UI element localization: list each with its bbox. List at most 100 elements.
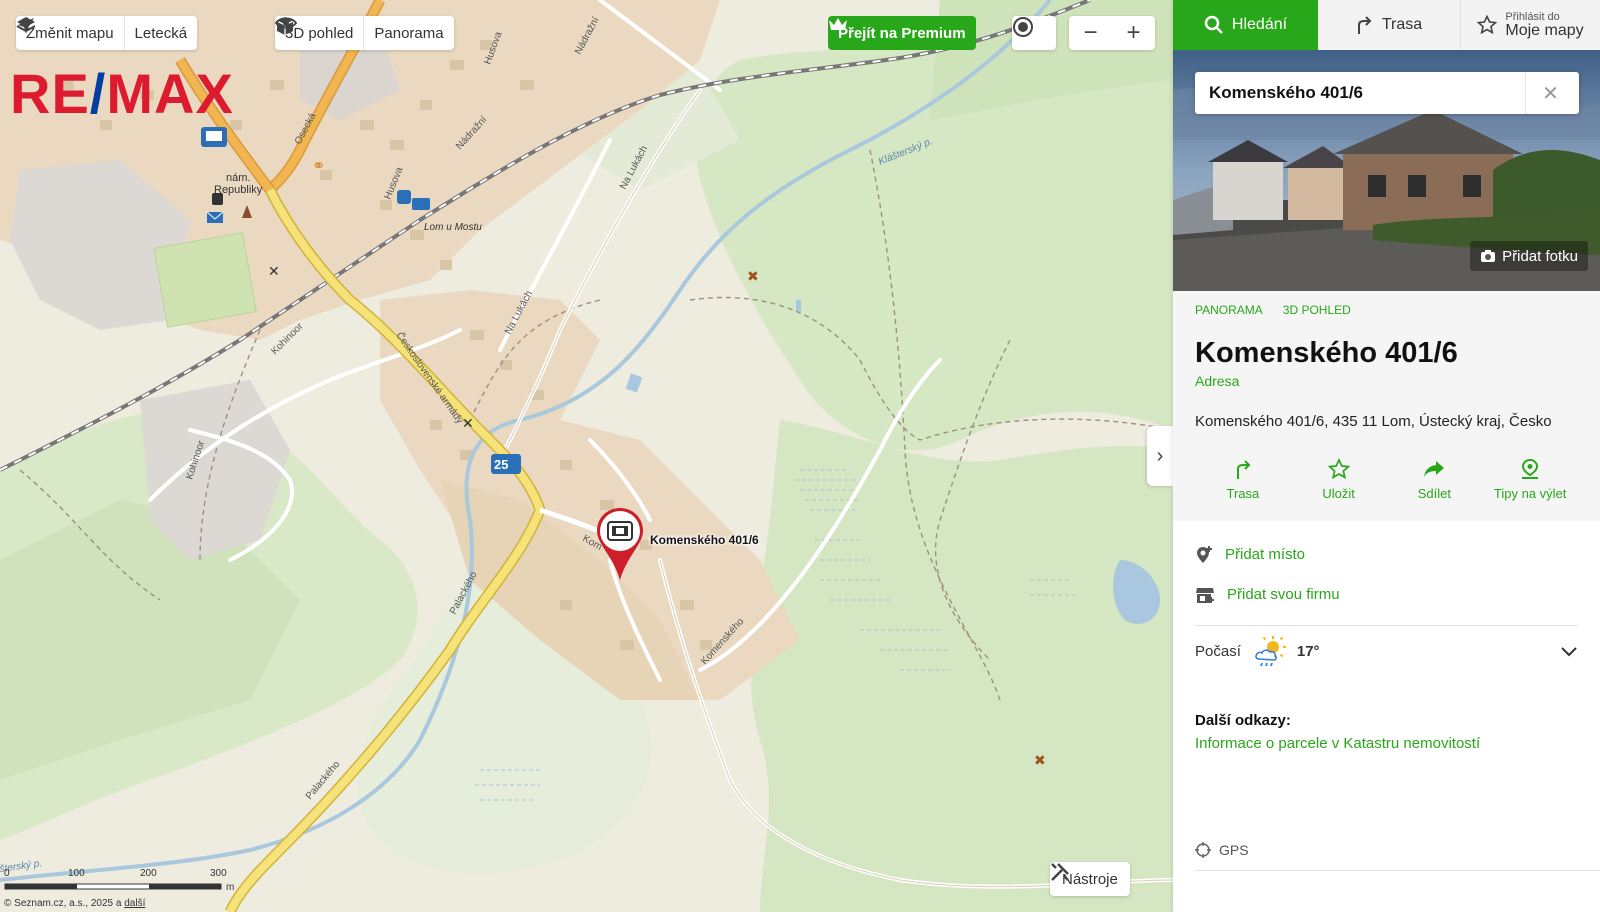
add-company-label: Přidat svou firmu bbox=[1227, 586, 1340, 604]
search-input[interactable] bbox=[1195, 73, 1525, 113]
clear-search-button[interactable]: ✕ bbox=[1525, 72, 1575, 114]
airplane-icon bbox=[18, 18, 34, 34]
view-toolbar: 3D pohled Panorama bbox=[275, 16, 454, 50]
copyright: © Seznam.cz, a.s., 2025 a další bbox=[4, 898, 146, 909]
cross-icon: ✕ bbox=[462, 415, 474, 431]
gps-row[interactable]: GPS bbox=[1195, 842, 1249, 858]
tab-search[interactable]: Hledání bbox=[1173, 0, 1318, 50]
photo-links: PANORAMA 3D POHLED bbox=[1173, 291, 1600, 329]
place-type: Adresa bbox=[1195, 372, 1240, 389]
windmill-icon-2: ✖ bbox=[1034, 752, 1046, 768]
add-place-label: Přidat místo bbox=[1225, 546, 1306, 564]
police-icon bbox=[212, 193, 223, 205]
remax-logo: RE/MAX bbox=[10, 62, 234, 125]
add-company-button[interactable]: Přidat svou firmu bbox=[1195, 575, 1578, 615]
map-graphics: Osecká Husova Nádražní Nádražní Husova N… bbox=[0, 0, 1173, 912]
zoom-out-button[interactable]: − bbox=[1069, 16, 1112, 50]
svg-text:✖: ✖ bbox=[747, 268, 759, 284]
premium-button[interactable]: Přejít na Premium bbox=[828, 16, 976, 50]
add-photo-button[interactable]: Přidat fotku bbox=[1470, 241, 1588, 271]
map-type-toolbar: Změnit mapu Letecká bbox=[16, 16, 198, 50]
share-action-label: Sdílet bbox=[1417, 485, 1451, 501]
trip-tips-action-button[interactable]: Tipy na výlet bbox=[1487, 458, 1573, 501]
divider bbox=[1195, 870, 1600, 871]
add-photo-label: Přidat fotku bbox=[1502, 247, 1578, 265]
route-action-button[interactable]: Trasa bbox=[1200, 458, 1286, 501]
search-icon bbox=[1204, 15, 1223, 34]
location-pin-icon[interactable] bbox=[595, 506, 645, 582]
svg-text:✕: ✕ bbox=[268, 263, 280, 279]
camera-icon bbox=[1481, 250, 1496, 262]
cadastre-link[interactable]: Informace o parcele v Katastru nemovitos… bbox=[1195, 735, 1578, 752]
sun-cloud-rain-icon bbox=[1255, 635, 1286, 667]
panorama-label: Panorama bbox=[374, 24, 444, 42]
svg-text:25: 25 bbox=[494, 457, 508, 472]
route-arrow-icon bbox=[1357, 16, 1372, 34]
tools-button[interactable]: Nástroje bbox=[1050, 862, 1130, 896]
more-links: Další odkazy: Informace o parcele v Kata… bbox=[1173, 678, 1600, 752]
add-location-icon bbox=[1197, 545, 1212, 563]
weather-label: Počasí bbox=[1195, 643, 1241, 661]
add-place-button[interactable]: Přidat místo bbox=[1195, 535, 1578, 575]
target-icon bbox=[1013, 17, 1033, 37]
panel-list: Přidat místo Přidat svou firmu bbox=[1173, 521, 1600, 626]
share-icon bbox=[1424, 460, 1445, 477]
place-label-square-1: nám. bbox=[226, 172, 250, 184]
panorama-link[interactable]: PANORAMA bbox=[1195, 303, 1263, 329]
weather-row[interactable]: Počasí 17° bbox=[1173, 626, 1600, 678]
share-action-button[interactable]: Sdílet bbox=[1391, 458, 1477, 501]
place-photo[interactable]: ✕ Přidat fotku bbox=[1173, 50, 1600, 291]
my-location-button[interactable] bbox=[1012, 16, 1056, 50]
tab-route-label: Trasa bbox=[1381, 16, 1423, 33]
place-label-lom-u-mostu: Lom u Mostu bbox=[424, 222, 482, 233]
more-links-heading: Další odkazy: bbox=[1195, 711, 1291, 729]
bus-line-icon: 25 bbox=[491, 454, 521, 474]
change-map-label: Změnit mapu bbox=[26, 24, 114, 42]
chevron-right-icon: › bbox=[1156, 444, 1164, 467]
chevron-down-icon[interactable] bbox=[1560, 646, 1578, 658]
copyright-more-link[interactable]: další bbox=[124, 898, 145, 909]
save-action-label: Uložit bbox=[1322, 485, 1355, 501]
place-address: Komenského 401/6, 435 11 Lom, Ústecký kr… bbox=[1195, 412, 1552, 430]
trip-tips-action-label: Tipy na výlet bbox=[1493, 485, 1567, 501]
weather-temp: 17° bbox=[1296, 643, 1320, 661]
tools-label: Nástroje bbox=[1062, 870, 1118, 888]
premium-label: Přejít na Premium bbox=[838, 24, 966, 42]
panel-tabs: Hledání Trasa Přihlásit do Moje mapy bbox=[1173, 0, 1600, 50]
save-action-button[interactable]: Uložit bbox=[1296, 457, 1382, 501]
tools-icon bbox=[1051, 863, 1069, 881]
route-action-label: Trasa bbox=[1226, 485, 1260, 501]
tab-route[interactable]: Trasa bbox=[1318, 0, 1461, 50]
playground-icon: ⚭ bbox=[312, 158, 325, 175]
tab-login[interactable]: Přihlásit do Moje mapy bbox=[1461, 0, 1600, 50]
place-details: Komenského 401/6 Adresa Komenského 401/6… bbox=[1173, 329, 1600, 521]
pin-label: Komenského 401/6 bbox=[650, 533, 759, 547]
place-actions: Trasa Uložit Sdílet Tipy na výlet bbox=[1195, 430, 1578, 521]
svg-text:✕: ✕ bbox=[462, 415, 474, 431]
search-box: ✕ bbox=[1195, 72, 1579, 114]
place-title: Komenského 401/6 bbox=[1195, 337, 1458, 369]
star-icon bbox=[1327, 457, 1350, 479]
side-panel: Hledání Trasa Přihlásit do Moje mapy Kom… bbox=[1173, 0, 1600, 912]
login-big-label: Moje mapy bbox=[1505, 21, 1584, 39]
zoom-in-button[interactable]: + bbox=[1112, 16, 1155, 50]
route-arrow-icon bbox=[1236, 460, 1251, 479]
bus-station-icon bbox=[201, 127, 227, 147]
panorama-button[interactable]: Panorama bbox=[275, 16, 453, 50]
star-outline-icon bbox=[1477, 15, 1498, 35]
cemetery-icon: ✕ bbox=[268, 263, 280, 279]
crown-icon bbox=[829, 18, 847, 30]
aerial-button[interactable]: Letecká bbox=[18, 16, 198, 50]
post-office-icon bbox=[206, 211, 224, 223]
windmill-icon: ✖ bbox=[747, 268, 759, 284]
map-canvas[interactable]: Osecká Husova Nádražní Nádražní Husova N… bbox=[0, 0, 1173, 912]
close-icon: ✕ bbox=[1542, 82, 1559, 105]
svg-text:⚭: ⚭ bbox=[312, 158, 325, 175]
eye-icon bbox=[275, 17, 297, 29]
zoom-controls: − + bbox=[1069, 16, 1155, 50]
map-pin-person-icon bbox=[1522, 458, 1539, 479]
view-3d-link[interactable]: 3D POHLED bbox=[1283, 303, 1351, 329]
aerial-label: Letecká bbox=[134, 24, 188, 42]
collapse-panel-button[interactable]: › bbox=[1147, 426, 1173, 486]
gps-label: GPS bbox=[1219, 842, 1249, 858]
